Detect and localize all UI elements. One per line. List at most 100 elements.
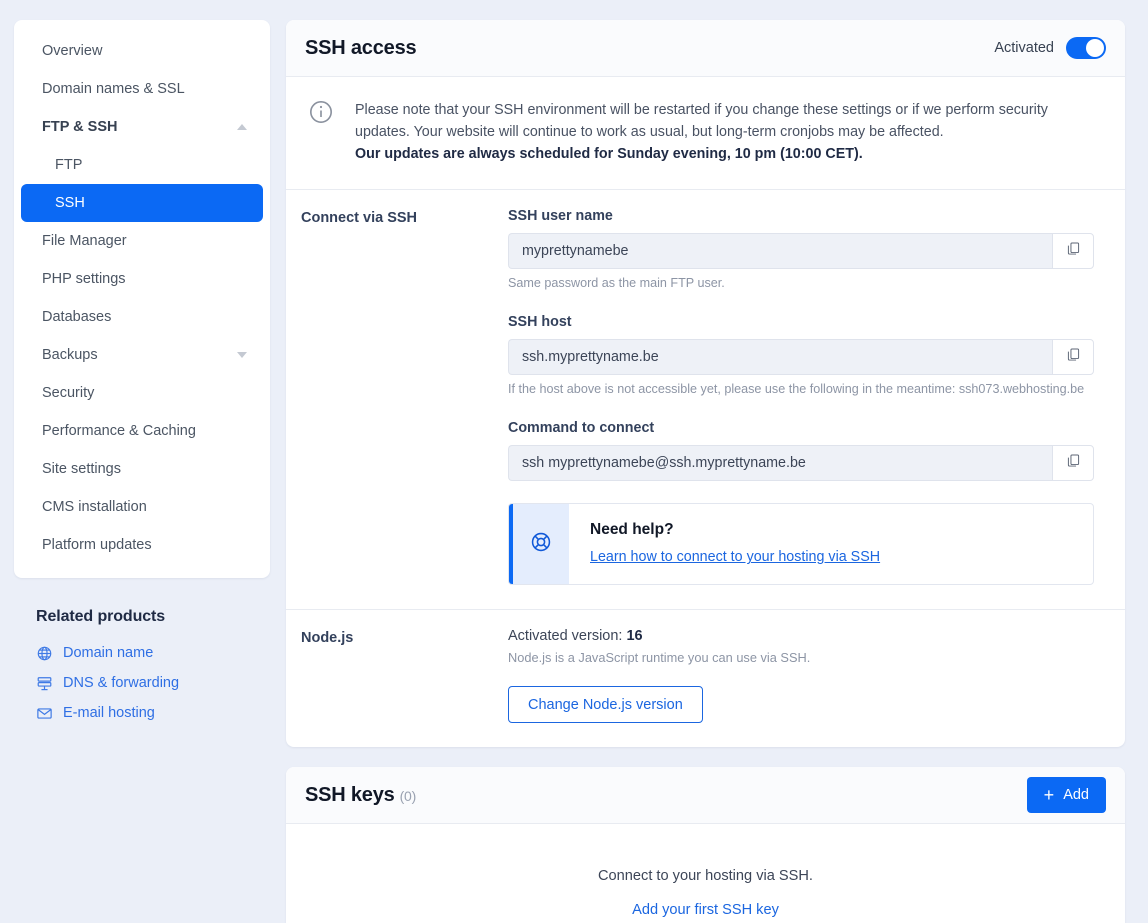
related-link-email-hosting[interactable]: E-mail hosting <box>36 698 248 728</box>
related-link-label: E-mail hosting <box>63 705 155 721</box>
toggle-knob <box>1086 39 1104 57</box>
globe-icon <box>36 645 53 662</box>
nodejs-version-prefix: Activated version: <box>508 628 622 644</box>
sidebar-item-ftp-ssh[interactable]: FTP & SSH <box>21 108 263 146</box>
ssh-keys-title-text: SSH keys <box>305 784 395 806</box>
nodejs-version-line: Activated version: 16 <box>508 628 1101 644</box>
sidebar-item-domain-names-ssl[interactable]: Domain names & SSL <box>21 70 263 108</box>
change-nodejs-version-button[interactable]: Change Node.js version <box>508 686 703 723</box>
callout-link[interactable]: Learn how to connect to your hosting via… <box>590 549 880 565</box>
ssh-command-row: ssh myprettynamebe@ssh.myprettyname.be <box>508 445 1094 481</box>
ssh-host-row: ssh.myprettyname.be <box>508 339 1094 375</box>
chevron-up-icon <box>237 124 247 130</box>
ssh-access-header: SSH access Activated <box>286 20 1125 77</box>
connect-section-body: SSH user name myprettynamebe <box>508 208 1101 585</box>
add-button-label: Add <box>1063 787 1089 803</box>
ssh-username-row: myprettynamebe <box>508 233 1094 269</box>
related-link-label: DNS & forwarding <box>63 675 179 691</box>
ssh-username-hint: Same password as the main FTP user. <box>508 276 1101 290</box>
main-content: SSH access Activated Ple <box>286 20 1125 923</box>
sidebar-item-label: SSH <box>55 195 85 211</box>
sidebar-item-label: Performance & Caching <box>42 423 196 439</box>
notice-line-2: updates. Your website will continue to w… <box>355 124 944 140</box>
plus-icon: + <box>1044 786 1055 804</box>
copy-icon <box>1066 241 1081 261</box>
page-title: SSH access <box>305 37 416 60</box>
ssh-host-label: SSH host <box>508 314 1101 330</box>
info-circle-icon <box>308 99 334 165</box>
sidebar-item-label: FTP <box>55 157 82 173</box>
copy-icon <box>1066 347 1081 367</box>
copy-host-button[interactable] <box>1052 339 1094 375</box>
need-help-callout: Need help? Learn how to connect to your … <box>508 503 1094 585</box>
ssh-access-toggle-group[interactable]: Activated <box>994 37 1106 59</box>
related-products-title: Related products <box>36 608 248 626</box>
notice-text: Please note that your SSH environment wi… <box>355 99 1065 165</box>
sidebar-item-label: Databases <box>42 309 111 325</box>
ssh-keys-count: (0) <box>400 788 417 804</box>
ssh-command-label: Command to connect <box>508 420 1101 436</box>
ssh-host-input[interactable]: ssh.myprettyname.be <box>508 339 1052 375</box>
sidebar-item-databases[interactable]: Databases <box>21 298 263 336</box>
nodejs-section-label: Node.js <box>301 628 508 723</box>
notice-line-1: Please note that your SSH environment wi… <box>355 102 1048 118</box>
copy-username-button[interactable] <box>1052 233 1094 269</box>
sidebar-item-ftp[interactable]: FTP <box>21 146 263 184</box>
sidebar-item-label: File Manager <box>42 233 127 249</box>
connect-section-label: Connect via SSH <box>301 208 508 585</box>
sidebar-item-label: CMS installation <box>42 499 147 515</box>
sidebar-item-backups[interactable]: Backups <box>21 336 263 374</box>
toggle-status-label: Activated <box>994 40 1054 56</box>
sidebar-item-label: Overview <box>42 43 102 59</box>
notice-line-3: Our updates are always scheduled for Sun… <box>355 146 863 162</box>
sidebar-item-performance-caching[interactable]: Performance & Caching <box>21 412 263 450</box>
ssh-keys-header: SSH keys (0) + Add <box>286 767 1125 824</box>
empty-state-text: Connect to your hosting via SSH. <box>286 868 1125 884</box>
app-root: Overview Domain names & SSL FTP & SSH FT… <box>0 0 1148 923</box>
connect-via-ssh-section: Connect via SSH SSH user name myprettyna… <box>286 190 1125 609</box>
chevron-down-icon <box>237 352 247 358</box>
sidebar-item-overview[interactable]: Overview <box>21 32 263 70</box>
related-link-dns-forwarding[interactable]: DNS & forwarding <box>36 668 248 698</box>
sidebar-item-label: Backups <box>42 347 98 363</box>
sidebar-item-label: Platform updates <box>42 537 152 553</box>
copy-command-button[interactable] <box>1052 445 1094 481</box>
ssh-host-hint: If the host above is not accessible yet,… <box>508 382 1101 396</box>
copy-icon <box>1066 453 1081 473</box>
callout-content: Need help? Learn how to connect to your … <box>569 504 880 584</box>
add-ssh-key-button[interactable]: + Add <box>1027 777 1106 813</box>
callout-title: Need help? <box>590 521 880 539</box>
sidebar-item-label: Site settings <box>42 461 121 477</box>
sidebar-item-security[interactable]: Security <box>21 374 263 412</box>
ssh-access-card: SSH access Activated Ple <box>286 20 1125 747</box>
related-link-domain-name[interactable]: Domain name <box>36 638 248 668</box>
sidebar-item-label: Security <box>42 385 94 401</box>
ssh-username-input[interactable]: myprettynamebe <box>508 233 1052 269</box>
nodejs-description: Node.js is a JavaScript runtime you can … <box>508 650 1101 665</box>
nodejs-version-value: 16 <box>626 628 642 644</box>
ssh-keys-card: SSH keys (0) + Add Connect to your hostin… <box>286 767 1125 923</box>
sidebar-item-cms-installation[interactable]: CMS installation <box>21 488 263 526</box>
sidebar-item-label: PHP settings <box>42 271 126 287</box>
related-link-label: Domain name <box>63 645 153 661</box>
ssh-restart-notice: Please note that your SSH environment wi… <box>286 77 1125 190</box>
sidebar-item-file-manager[interactable]: File Manager <box>21 222 263 260</box>
sidebar-item-platform-updates[interactable]: Platform updates <box>21 526 263 564</box>
ssh-command-input[interactable]: ssh myprettynamebe@ssh.myprettyname.be <box>508 445 1052 481</box>
ssh-access-toggle[interactable] <box>1066 37 1106 59</box>
sidebar-item-ssh[interactable]: SSH <box>21 184 263 222</box>
envelope-icon <box>36 705 53 722</box>
sidebar-item-site-settings[interactable]: Site settings <box>21 450 263 488</box>
dns-stack-icon <box>36 675 53 692</box>
sidebar-item-label: FTP & SSH <box>42 119 117 135</box>
sidebar-item-php-settings[interactable]: PHP settings <box>21 260 263 298</box>
ssh-username-label: SSH user name <box>508 208 1101 224</box>
callout-icon-column <box>513 504 569 584</box>
nodejs-section-body: Activated version: 16 Node.js is a JavaS… <box>508 628 1101 723</box>
sidebar: Overview Domain names & SSL FTP & SSH FT… <box>14 20 270 728</box>
related-products: Related products Domain name <box>14 608 270 728</box>
nodejs-section: Node.js Activated version: 16 Node.js is… <box>286 609 1125 747</box>
add-first-ssh-key-link[interactable]: Add your first SSH key <box>286 902 1125 918</box>
lifebuoy-icon <box>530 531 552 558</box>
sidebar-nav-card: Overview Domain names & SSL FTP & SSH FT… <box>14 20 270 578</box>
